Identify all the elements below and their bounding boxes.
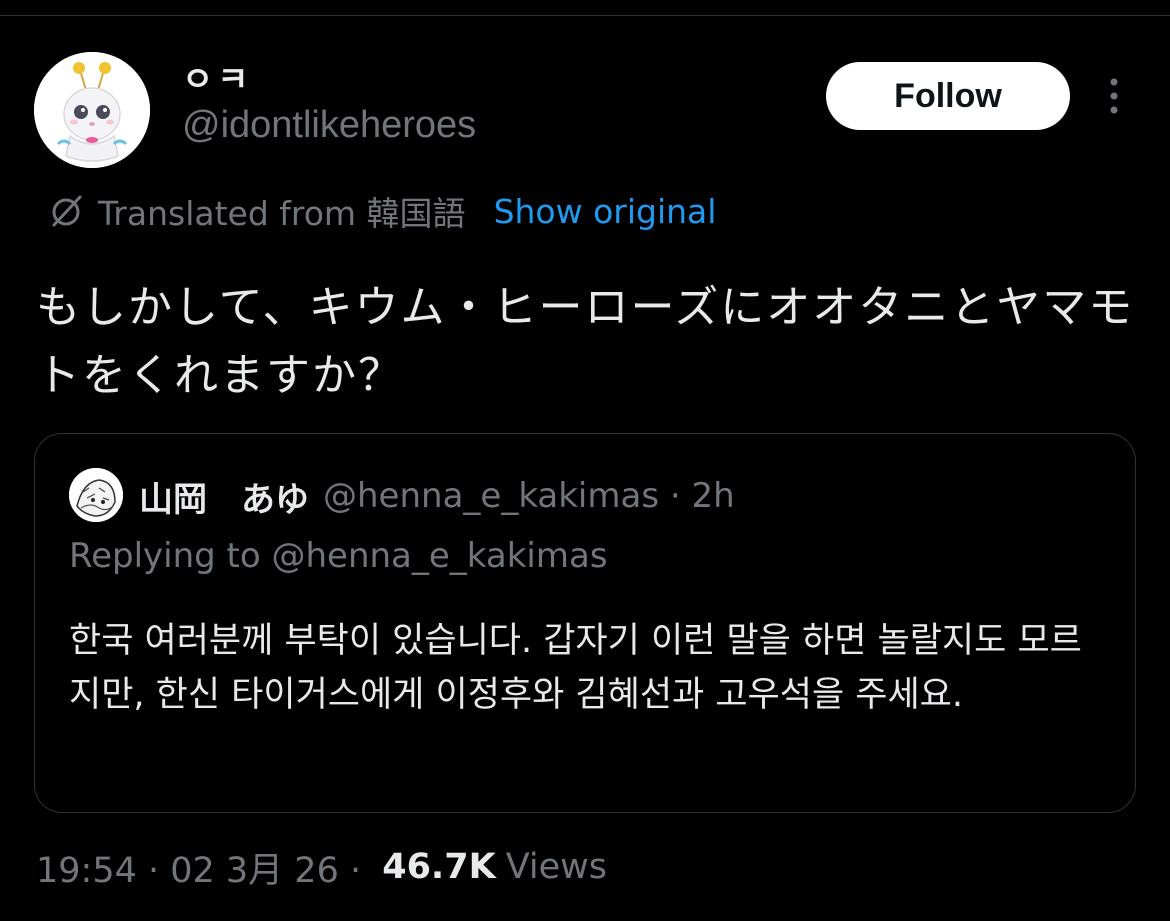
translated-from-label: Translated from 韓国語 bbox=[98, 194, 466, 233]
follow-button[interactable]: Follow bbox=[826, 62, 1070, 130]
views-label: Views bbox=[505, 847, 607, 887]
author-avatar[interactable] bbox=[34, 52, 150, 168]
quoted-author-name[interactable]: 山岡 あゆ bbox=[139, 472, 309, 521]
translate-icon bbox=[46, 191, 86, 231]
quoted-author-meta: @henna_e_kakimas · 2h bbox=[323, 476, 735, 516]
quoted-tweet-header: 山岡 あゆ @henna_e_kakimas · 2h bbox=[139, 470, 735, 522]
author-display-name[interactable]: ㅇㅋ bbox=[182, 52, 253, 101]
tweet-text: もしかして、キウム・ヒーローズにオオタニとヤマモトをくれますか？ bbox=[36, 282, 1135, 401]
top-divider bbox=[0, 15, 1170, 16]
quoted-tweet-card[interactable]: 山岡 あゆ @henna_e_kakimas · 2h Replying to … bbox=[34, 433, 1136, 813]
manga-drawing-avatar-icon bbox=[69, 468, 123, 522]
author-handle[interactable]: @idontlikeheroes bbox=[182, 104, 476, 147]
translation-row: Translated from 韓国語 Show original bbox=[46, 186, 716, 236]
quoted-tweet-text: 한국 여러분께 부탁이 있습니다. 갑자기 이런 말을 하면 놀랄지도 모르지만… bbox=[69, 621, 1082, 715]
show-original-link[interactable]: Show original bbox=[494, 192, 717, 231]
more-vertical-icon[interactable] bbox=[1096, 76, 1132, 116]
quoted-author-avatar[interactable] bbox=[69, 468, 123, 522]
white-character-avatar-icon bbox=[34, 52, 150, 168]
tweet-meta-row: 19:54 · 02 3月 26 · 46.7K Views bbox=[36, 840, 607, 894]
views-count: 46.7K bbox=[382, 847, 496, 887]
quoted-replying-to: Replying to @henna_e_kakimas bbox=[69, 536, 608, 576]
tweet-timestamp[interactable]: 19:54 · 02 3月 26 · bbox=[36, 842, 372, 893]
